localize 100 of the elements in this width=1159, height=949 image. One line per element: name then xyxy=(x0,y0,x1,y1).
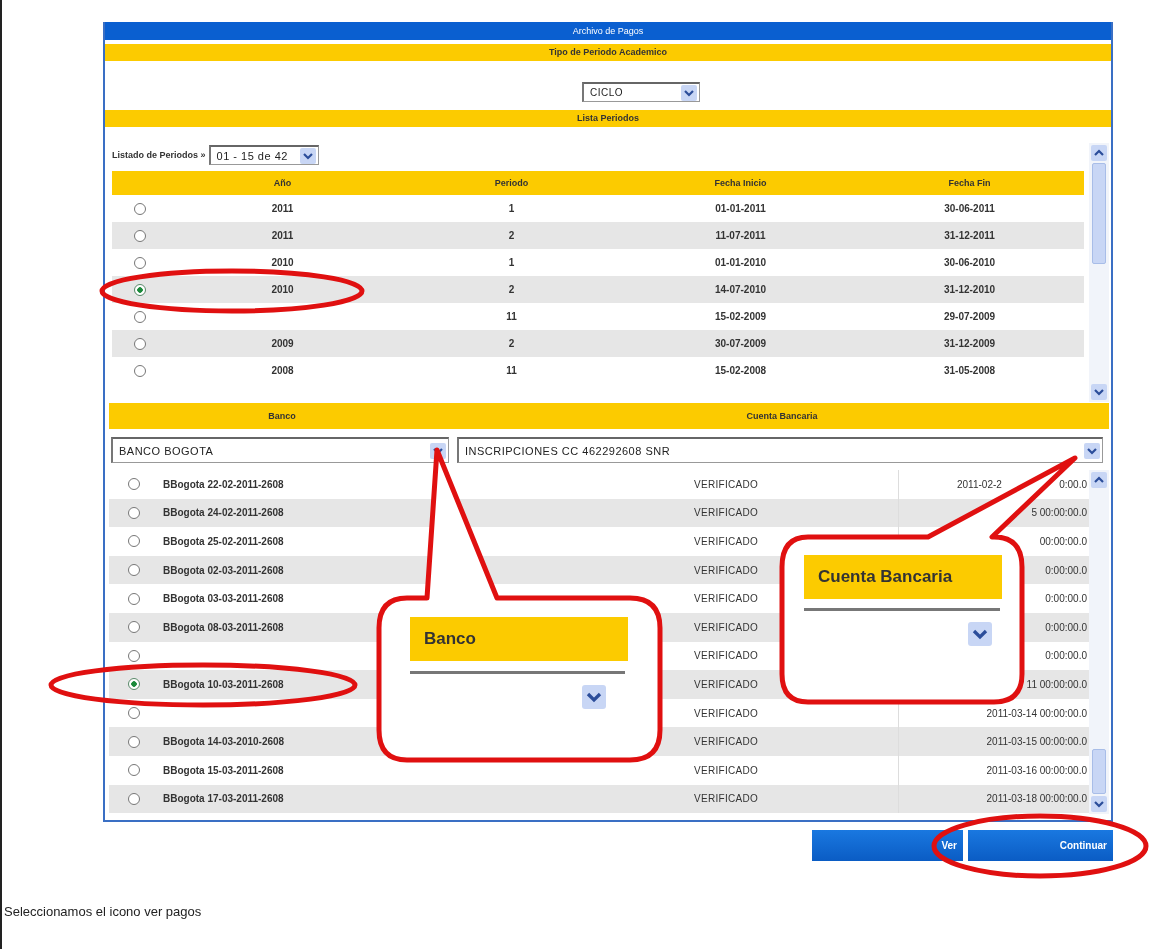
table-cell: 31-12-2009 xyxy=(943,338,996,349)
date-text: 2011-03-18 00:00:00.0 xyxy=(986,793,1087,805)
radio-button[interactable] xyxy=(128,735,140,748)
table-cell: 11 xyxy=(506,311,517,322)
table-cell: 14-07-2010 xyxy=(714,284,767,295)
radio-button[interactable] xyxy=(128,535,140,548)
radio-button[interactable] xyxy=(128,707,140,720)
table-cell: 01-01-2011 xyxy=(715,203,766,214)
section-heading: Banco xyxy=(109,403,455,429)
payment-name: BBogota 24-02-2011-2608 xyxy=(163,507,284,519)
callout-label: Banco xyxy=(410,617,628,661)
table-cell: 2009 xyxy=(271,338,294,349)
date-text: 0:00:00.0 xyxy=(1045,593,1087,605)
radio-button[interactable] xyxy=(134,256,146,269)
table-cell: 2 xyxy=(508,338,515,349)
dropdown[interactable]: BANCO BOGOTA xyxy=(111,437,449,463)
date-text: 2011-02-2 xyxy=(956,478,1002,490)
status-text: VERIFICADO xyxy=(694,564,759,576)
chevron-down-icon[interactable] xyxy=(1091,384,1107,400)
table-cell: 1 xyxy=(508,257,515,268)
status-text: VERIFICADO xyxy=(694,536,759,547)
chevron-down-icon[interactable] xyxy=(1091,796,1107,812)
callout-label: Cuenta Bancaria xyxy=(804,555,1002,599)
radio-button[interactable] xyxy=(128,621,140,634)
scroll-up-icon[interactable] xyxy=(1091,472,1107,488)
status-text: VERIFICADO xyxy=(694,478,759,490)
radio-button[interactable] xyxy=(134,283,146,296)
radio-button[interactable] xyxy=(128,564,140,577)
dropdown[interactable]: 01 - 15 de 42 xyxy=(208,145,319,165)
scrollbar[interactable] xyxy=(1089,143,1109,402)
date-text: 0:00:00.0 xyxy=(1045,621,1087,633)
radio-button[interactable] xyxy=(128,592,140,605)
status-text: VERIFICADO xyxy=(694,621,759,633)
table-cell: 2010 xyxy=(271,284,294,295)
dropdown[interactable]: INSCRIPCIONES CC 462292608 SNR xyxy=(457,437,1103,463)
status-text: VERIFICADO xyxy=(694,678,759,690)
table-cell: 2011 xyxy=(271,203,294,214)
date-text: 2011-03-16 00:00:00.0 xyxy=(986,764,1087,776)
scrollbar-thumb[interactable] xyxy=(1092,749,1106,794)
pager-label: Listado de Periodos » xyxy=(112,150,206,160)
table-cell: 2 xyxy=(508,230,515,241)
radio-button[interactable] xyxy=(134,364,146,377)
chevron-down-icon[interactable] xyxy=(681,84,697,101)
radio-button[interactable] xyxy=(128,649,140,662)
chevron-down-icon[interactable] xyxy=(1084,442,1100,459)
table-cell: 30-06-2010 xyxy=(943,257,996,268)
payment-name: BBogota 02-03-2011-2608 xyxy=(163,564,284,576)
table-cell: 29-07-2009 xyxy=(943,311,996,322)
table-cell: 15-02-2008 xyxy=(714,365,767,376)
radio-button[interactable] xyxy=(128,792,140,805)
payment-name: BBogota 10-03-2011-2608 xyxy=(163,678,284,690)
chevron-down-icon[interactable] xyxy=(299,147,316,164)
table-cell: 11 xyxy=(506,365,517,376)
column-header: Fecha Fin xyxy=(947,178,992,188)
status-text: VERIFICADO xyxy=(694,793,759,805)
table-cell: 31-05-2008 xyxy=(943,365,996,376)
window-title: Archivo de Pagos xyxy=(105,22,1111,40)
dropdown[interactable]: CICLO xyxy=(582,82,700,102)
payment-name: BBogota 17-03-2011-2608 xyxy=(163,793,284,805)
date-text: 00:00:00.0 xyxy=(1039,536,1087,547)
table-cell: 30-07-2009 xyxy=(714,338,767,349)
radio-button[interactable] xyxy=(128,506,140,519)
date-text: 2011-03-14 00:00:00.0 xyxy=(986,707,1087,719)
table-cell: 2008 xyxy=(271,365,294,376)
table-cell: 2010 xyxy=(271,257,294,268)
view-button[interactable]: Ver xyxy=(812,830,963,861)
status-text: VERIFICADO xyxy=(694,764,759,776)
payment-name: BBogota 22-02-2011-2608 xyxy=(163,478,284,490)
continue-button[interactable]: Continuar xyxy=(968,830,1113,861)
table-cell: 11-07-2011 xyxy=(715,230,766,241)
status-text: VERIFICADO xyxy=(694,736,759,748)
payment-name: BBogota 08-03-2011-2608 xyxy=(163,621,284,633)
payment-name: BBogota 03-03-2011-2608 xyxy=(163,593,284,605)
section-heading: Lista Periodos xyxy=(105,110,1111,127)
radio-button[interactable] xyxy=(134,310,146,323)
radio-button[interactable] xyxy=(134,337,146,350)
section-heading: Cuenta Bancaria xyxy=(455,403,1109,429)
radio-button[interactable] xyxy=(128,764,140,777)
chevron-down-icon[interactable] xyxy=(582,685,606,709)
status-text: VERIFICADO xyxy=(694,650,759,662)
table-cell: 1 xyxy=(508,203,515,214)
date-text: 0:00:00.0 xyxy=(1045,650,1087,662)
table-cell: 31-12-2010 xyxy=(943,284,996,295)
radio-button[interactable] xyxy=(134,229,146,242)
radio-button[interactable] xyxy=(134,202,146,215)
scrollbar-thumb[interactable] xyxy=(1092,163,1106,264)
column-header: Fecha Inicio xyxy=(713,178,768,188)
chevron-down-icon[interactable] xyxy=(968,622,992,646)
date-text: 11 00:00:00.0 xyxy=(1026,678,1087,690)
status-text: VERIFICADO xyxy=(694,707,759,719)
radio-button[interactable] xyxy=(128,678,140,691)
caption-text: Seleccionamos el icono ver pagos xyxy=(3,904,203,919)
table-cell: 01-01-2010 xyxy=(714,257,767,268)
scroll-up-icon[interactable] xyxy=(1091,145,1107,161)
status-text: VERIFICADO xyxy=(694,593,759,605)
scrollbar[interactable] xyxy=(1089,470,1109,814)
table-cell: 31-12-2011 xyxy=(944,230,995,241)
table-cell: 2011 xyxy=(271,230,294,241)
date-text: 0:00.0 xyxy=(1059,478,1087,490)
radio-button[interactable] xyxy=(128,478,140,491)
